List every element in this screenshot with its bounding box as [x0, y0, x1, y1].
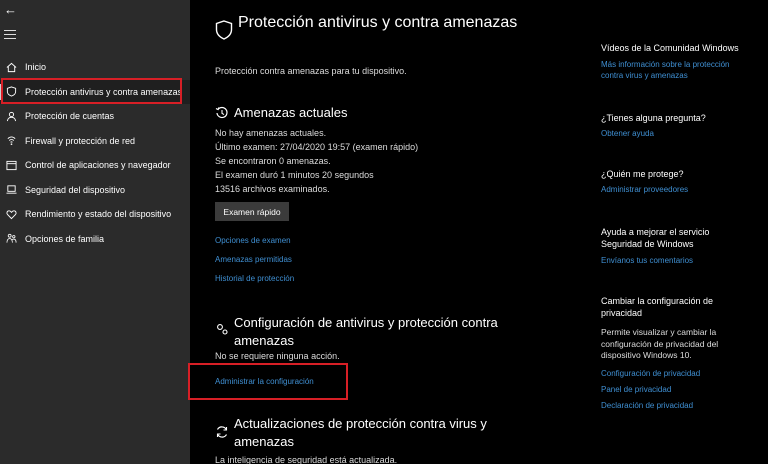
- sidebar-item-label: Control de aplicaciones y navegador: [25, 160, 171, 171]
- sidebar-item-label: Rendimiento y estado del dispositivo: [25, 209, 172, 220]
- community-link[interactable]: Más información sobre la protección cont…: [601, 59, 751, 81]
- wifi-icon: [5, 135, 17, 147]
- sidebar-item-label: Inicio: [25, 62, 47, 73]
- scan-options-link[interactable]: Opciones de examen: [215, 236, 291, 245]
- improve-heading: Ayuda a mejorar el servicio Seguridad de…: [601, 227, 710, 249]
- feedback-link[interactable]: Envíanos tus comentarios: [601, 255, 751, 266]
- back-arrow-icon[interactable]: ←: [4, 2, 20, 18]
- shield-icon: [215, 20, 233, 40]
- person-icon: [5, 110, 17, 122]
- heart-icon: [5, 208, 17, 220]
- threats-line: No hay amenazas actuales.: [215, 128, 327, 138]
- window-icon: [5, 159, 17, 171]
- page-subtitle: Protección contra amenazas para tu dispo…: [215, 66, 407, 76]
- privacy-description: Permite visualizar y cambiar la configur…: [601, 327, 719, 360]
- settings-title: Configuración de antivirus y protección …: [234, 315, 498, 348]
- page-title: Protección antivirus y contra amenazas: [238, 14, 518, 31]
- sidebar-item-label: Protección de cuentas: [25, 111, 115, 122]
- hamburger-menu-icon[interactable]: [4, 30, 16, 40]
- highlight-box: [1, 78, 182, 104]
- sidebar-item-inicio[interactable]: Inicio: [0, 55, 190, 80]
- community-heading: Vídeos de la Comunidad Windows: [601, 43, 739, 53]
- history-icon: [215, 107, 228, 119]
- sidebar: ← Inicio Protección antivirus y contra a…: [0, 0, 190, 464]
- manage-providers-link[interactable]: Administrar proveedores: [601, 184, 751, 195]
- allowed-threats-link[interactable]: Amenazas permitidas: [215, 255, 292, 264]
- refresh-icon: [216, 426, 228, 438]
- sidebar-item-family[interactable]: Opciones de familia: [0, 227, 190, 252]
- family-icon: [5, 233, 17, 245]
- threats-line: 13516 archivos examinados.: [215, 184, 330, 194]
- threats-line: El examen duró 1 minutos 20 segundos: [215, 170, 374, 180]
- updates-status: La inteligencia de seguridad está actual…: [215, 455, 398, 464]
- settings-gear-icon: [217, 324, 228, 335]
- sidebar-item-firewall[interactable]: Firewall y protección de red: [0, 129, 190, 154]
- threats-line: Último examen: 27/04/2020 19:57 (examen …: [215, 142, 419, 152]
- privacy-statement-link[interactable]: Declaración de privacidad: [601, 400, 751, 411]
- protects-heading: ¿Quién me protege?: [601, 169, 684, 179]
- highlight-box: [188, 363, 348, 400]
- updates-title: Actualizaciones de protección contra vir…: [234, 416, 487, 449]
- settings-status: No se requiere ninguna acción.: [215, 351, 340, 361]
- home-icon: [5, 61, 17, 73]
- sidebar-item-label: Opciones de familia: [25, 233, 105, 244]
- protection-history-link[interactable]: Historial de protección: [215, 274, 294, 283]
- sidebar-item-app-control[interactable]: Control de aplicaciones y navegador: [0, 153, 190, 178]
- threats-line: Se encontraron 0 amenazas.: [215, 156, 331, 166]
- threats-title: Amenazas actuales: [234, 105, 348, 120]
- sidebar-item-label: Seguridad del dispositivo: [25, 184, 126, 195]
- sidebar-item-cuentas[interactable]: Protección de cuentas: [0, 104, 190, 129]
- privacy-dashboard-link[interactable]: Panel de privacidad: [601, 384, 751, 395]
- quick-scan-button[interactable]: Examen rápido: [215, 202, 289, 221]
- privacy-heading: Cambiar la configuración de privacidad: [601, 296, 714, 318]
- question-heading: ¿Tienes alguna pregunta?: [601, 113, 706, 123]
- sidebar-item-device-security[interactable]: Seguridad del dispositivo: [0, 178, 190, 203]
- privacy-settings-link[interactable]: Configuración de privacidad: [601, 368, 751, 379]
- get-help-link[interactable]: Obtener ayuda: [601, 128, 751, 139]
- laptop-icon: [5, 184, 17, 196]
- sidebar-item-label: Firewall y protección de red: [25, 135, 136, 146]
- sidebar-item-performance[interactable]: Rendimiento y estado del dispositivo: [0, 202, 190, 227]
